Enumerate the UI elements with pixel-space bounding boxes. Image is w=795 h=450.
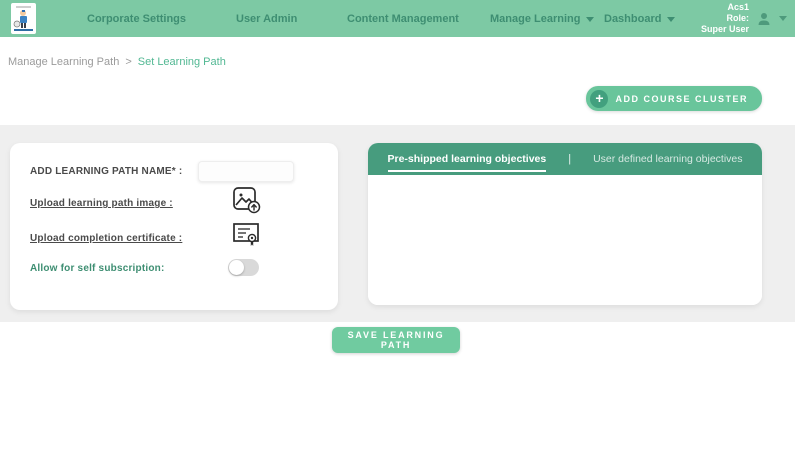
user-chevron-down-icon[interactable]	[779, 16, 787, 21]
user-menu[interactable]: Acs1 Role: Super User	[701, 0, 787, 37]
upload-image-button[interactable]	[232, 185, 262, 220]
self-subscription-label: Allow for self subscription:	[30, 263, 165, 274]
nav-user-admin[interactable]: User Admin	[236, 0, 297, 37]
name-label: ADD LEARNING PATH NAME* :	[30, 166, 182, 177]
chevron-down-icon	[586, 17, 594, 22]
person-icon[interactable]	[756, 11, 772, 27]
nav-manage-learning[interactable]: Manage Learning	[490, 0, 594, 37]
self-subscription-toggle[interactable]	[228, 259, 259, 276]
top-nav: Corporate Settings User Admin Content Ma…	[0, 0, 795, 37]
set-learning-path-page: Corporate Settings User Admin Content Ma…	[0, 0, 795, 450]
image-upload-icon	[232, 185, 262, 215]
upload-certificate-button[interactable]	[232, 221, 262, 254]
breadcrumb-current: Set Learning Path	[138, 56, 226, 68]
tab-user-defined-objectives[interactable]: User defined learning objectives	[593, 147, 742, 172]
add-course-cluster-button[interactable]: + ADD COURSE CLUSTER	[586, 86, 762, 111]
user-role-value: Super User	[701, 24, 749, 35]
save-learning-path-button[interactable]: SAVE LEARNING PATH	[332, 327, 460, 353]
certificate-icon	[232, 221, 262, 249]
nav-dashboard[interactable]: Dashboard	[604, 0, 675, 37]
chevron-down-icon	[667, 17, 675, 22]
learning-path-form-card: ADD LEARNING PATH NAME* : Upload learnin…	[10, 143, 338, 310]
nav-corporate-settings[interactable]: Corporate Settings	[87, 0, 186, 37]
user-name: Acs1	[701, 2, 749, 13]
upload-image-label[interactable]: Upload learning path image :	[30, 198, 173, 209]
learning-objectives-panel: Pre-shipped learning objectives | User d…	[368, 143, 762, 305]
nav-item-label: User Admin	[236, 13, 297, 25]
tab-separator: |	[568, 153, 571, 165]
breadcrumb-separator: >	[125, 56, 131, 68]
nav-item-label: Manage Learning	[490, 13, 580, 25]
user-role-label: Role:	[701, 13, 749, 24]
breadcrumb: Manage Learning Path > Set Learning Path	[8, 56, 226, 68]
breadcrumb-parent[interactable]: Manage Learning Path	[8, 56, 119, 68]
add-course-cluster-label: ADD COURSE CLUSTER	[615, 94, 748, 104]
upload-certificate-label[interactable]: Upload completion certificate :	[30, 233, 182, 244]
nav-item-label: Content Management	[347, 13, 459, 25]
logo-illustration	[13, 5, 34, 32]
objectives-list-area	[368, 175, 762, 305]
toggle-knob	[229, 260, 244, 275]
plus-circle-icon: +	[590, 90, 608, 108]
nav-item-label: Corporate Settings	[87, 13, 186, 25]
nav-item-label: Dashboard	[604, 13, 661, 25]
nav-content-management[interactable]: Content Management	[347, 0, 459, 37]
user-info: Acs1 Role: Super User	[701, 2, 749, 35]
app-logo[interactable]	[11, 3, 36, 34]
learning-path-name-input[interactable]	[198, 161, 294, 182]
tab-preshipped-objectives[interactable]: Pre-shipped learning objectives	[388, 147, 547, 172]
objectives-tab-bar: Pre-shipped learning objectives | User d…	[368, 143, 762, 175]
